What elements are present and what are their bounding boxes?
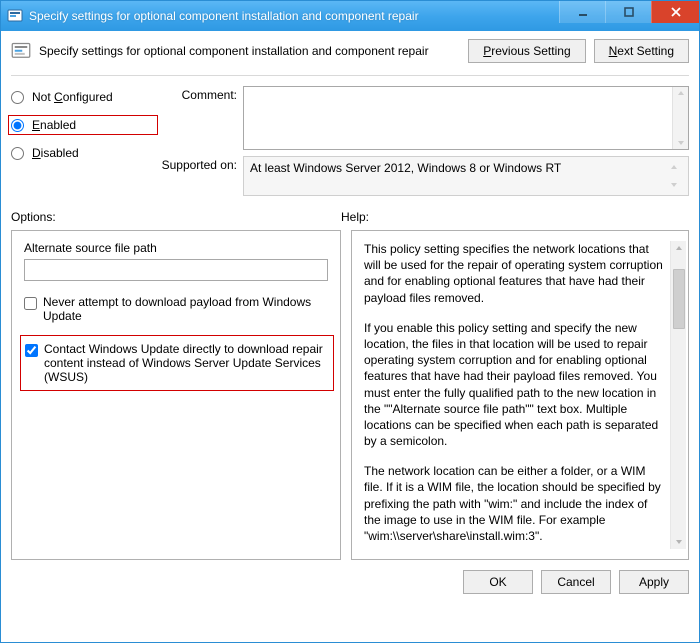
supported-on-label: Supported on:	[157, 156, 237, 172]
dialog-footer: OK Cancel Apply	[11, 570, 689, 594]
radio-not-configured[interactable]: Not Configured	[11, 90, 151, 104]
scroll-down-icon[interactable]	[675, 538, 683, 546]
help-p1: This policy setting specifies the networ…	[364, 241, 664, 306]
never-download-label: Never attempt to download payload from W…	[43, 295, 328, 323]
section-labels: Options: Help:	[11, 210, 689, 224]
never-download-checkbox[interactable]	[24, 297, 37, 310]
minimize-button[interactable]	[559, 1, 605, 23]
radio-disabled-input[interactable]	[11, 147, 24, 160]
help-p2: If you enable this policy setting and sp…	[364, 320, 664, 450]
never-download-checkbox-row[interactable]: Never attempt to download payload from W…	[24, 295, 328, 323]
supported-on-box: At least Windows Server 2012, Windows 8 …	[243, 156, 689, 196]
maximize-button[interactable]	[605, 1, 651, 23]
comment-box	[243, 86, 689, 150]
close-button[interactable]	[651, 1, 699, 23]
ok-button[interactable]: OK	[463, 570, 533, 594]
comment-label: Comment:	[157, 86, 237, 102]
previous-setting-button[interactable]: Previous Setting	[468, 39, 585, 63]
help-scrollbar[interactable]	[670, 241, 686, 549]
config-grid: Not Configured Enabled Disabled Comment:	[11, 86, 689, 196]
window-buttons	[559, 1, 699, 31]
alt-path-input[interactable]	[24, 259, 328, 281]
divider	[11, 75, 689, 76]
header-row: Specify settings for optional component …	[11, 39, 689, 63]
apply-button[interactable]: Apply	[619, 570, 689, 594]
help-label: Help:	[341, 210, 689, 224]
help-panel: This policy setting specifies the networ…	[351, 230, 689, 560]
options-panel: Alternate source file path Never attempt…	[11, 230, 341, 560]
client-area: Specify settings for optional component …	[1, 31, 699, 642]
help-p3: The network location can be either a fol…	[364, 463, 664, 544]
contact-wu-checkbox[interactable]	[25, 344, 38, 357]
options-label: Options:	[11, 210, 341, 224]
alt-path-label: Alternate source file path	[24, 241, 328, 255]
cancel-button[interactable]: Cancel	[541, 570, 611, 594]
policy-icon	[11, 41, 31, 61]
window-title: Specify settings for optional component …	[29, 9, 559, 23]
policy-headline: Specify settings for optional component …	[39, 44, 468, 58]
next-setting-button[interactable]: Next Setting	[594, 39, 689, 63]
radio-not-configured-input[interactable]	[11, 91, 24, 104]
contact-wu-checkbox-row[interactable]: Contact Windows Update directly to downl…	[25, 342, 327, 384]
scroll-thumb[interactable]	[673, 269, 685, 329]
supported-scrollbar[interactable]	[666, 161, 682, 191]
radio-enabled-input[interactable]	[11, 119, 24, 132]
scroll-up-icon[interactable]	[675, 244, 683, 252]
comment-textarea[interactable]	[244, 87, 672, 149]
radio-enabled[interactable]: Enabled	[11, 118, 76, 132]
contact-wu-label: Contact Windows Update directly to downl…	[44, 342, 327, 384]
titlebar: Specify settings for optional component …	[1, 1, 699, 31]
comment-scrollbar[interactable]	[672, 87, 688, 149]
supported-on-text: At least Windows Server 2012, Windows 8 …	[250, 161, 666, 191]
radio-disabled[interactable]: Disabled	[11, 146, 151, 160]
gpo-editor-window: Specify settings for optional component …	[0, 0, 700, 643]
help-content: This policy setting specifies the networ…	[364, 241, 670, 549]
body-row: Alternate source file path Never attempt…	[11, 230, 689, 560]
radio-enabled-highlight: Enabled	[8, 115, 158, 135]
app-icon	[7, 8, 23, 24]
contact-wu-highlight: Contact Windows Update directly to downl…	[20, 335, 334, 391]
